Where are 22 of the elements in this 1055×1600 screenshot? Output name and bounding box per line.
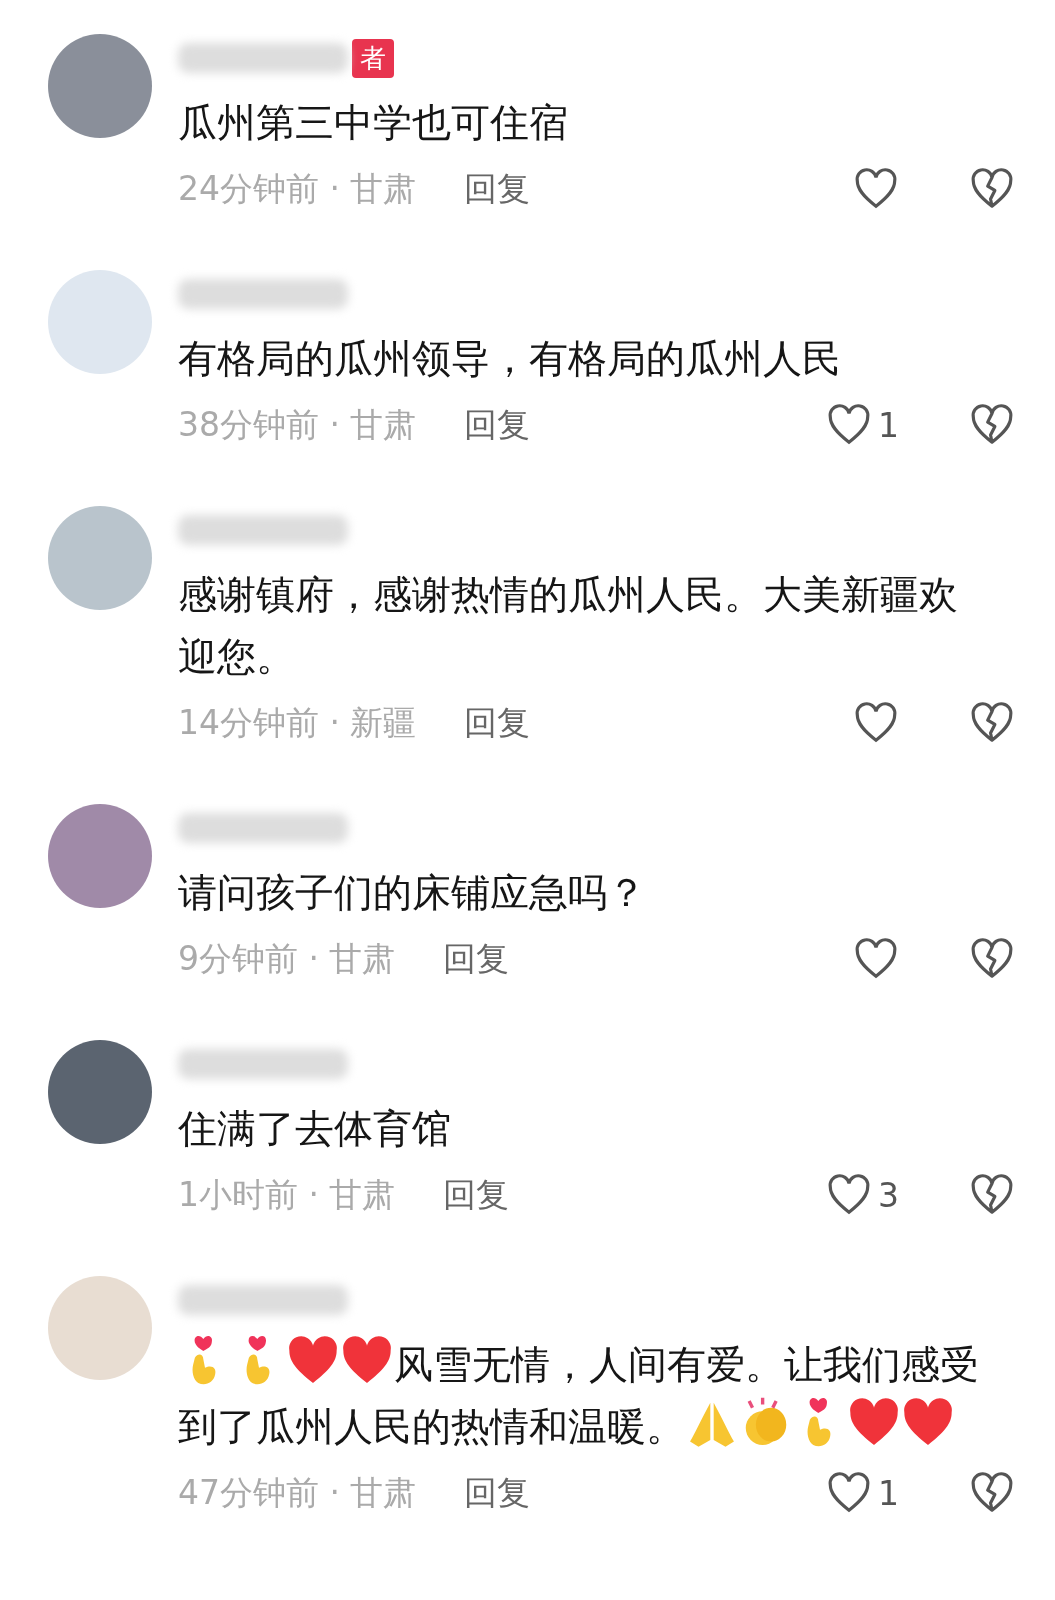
comment-text: 感谢镇府，感谢热情的瓜州人民。大美新疆欢迎您。 — [178, 571, 959, 681]
reply-button[interactable]: 回复 — [464, 1470, 531, 1516]
reply-button[interactable]: 回复 — [464, 700, 531, 746]
reply-button[interactable]: 回复 — [443, 936, 510, 982]
comment-time-location: 14分钟前 · 新疆 — [178, 701, 417, 744]
like-button[interactable]: 1 — [809, 1470, 899, 1516]
comment-text: 有格局的瓜州领导，有格局的瓜州人民 — [178, 335, 842, 383]
reply-button[interactable]: 回复 — [464, 402, 531, 448]
comment-time-location: 1小时前 · 甘肃 — [178, 1173, 396, 1216]
reply-button[interactable]: 回复 — [443, 1172, 510, 1218]
comment-text: 住满了去体育馆 — [178, 1105, 452, 1153]
comment-time-location: 38分钟前 · 甘肃 — [178, 403, 417, 446]
comment-time-location: 24分钟前 · 甘肃 — [178, 167, 417, 210]
comment-time-location: 47分钟前 · 甘肃 — [178, 1471, 417, 1514]
like-button[interactable]: 1 — [809, 402, 899, 448]
reply-button[interactable]: 回复 — [464, 166, 531, 212]
comment-text: 风雪无情，人间有爱。让我们感受到了瓜州人民的热情和温暖。 — [178, 1334, 1015, 1458]
comment-text: 请问孩子们的床铺应急吗？ — [178, 869, 647, 917]
author-badge: 者 — [352, 38, 394, 78]
comment-text: 瓜州第三中学也可住宿 — [178, 99, 569, 147]
comment-time-location: 9分钟前 · 甘肃 — [178, 937, 396, 980]
like-button[interactable]: 3 — [809, 1172, 899, 1218]
